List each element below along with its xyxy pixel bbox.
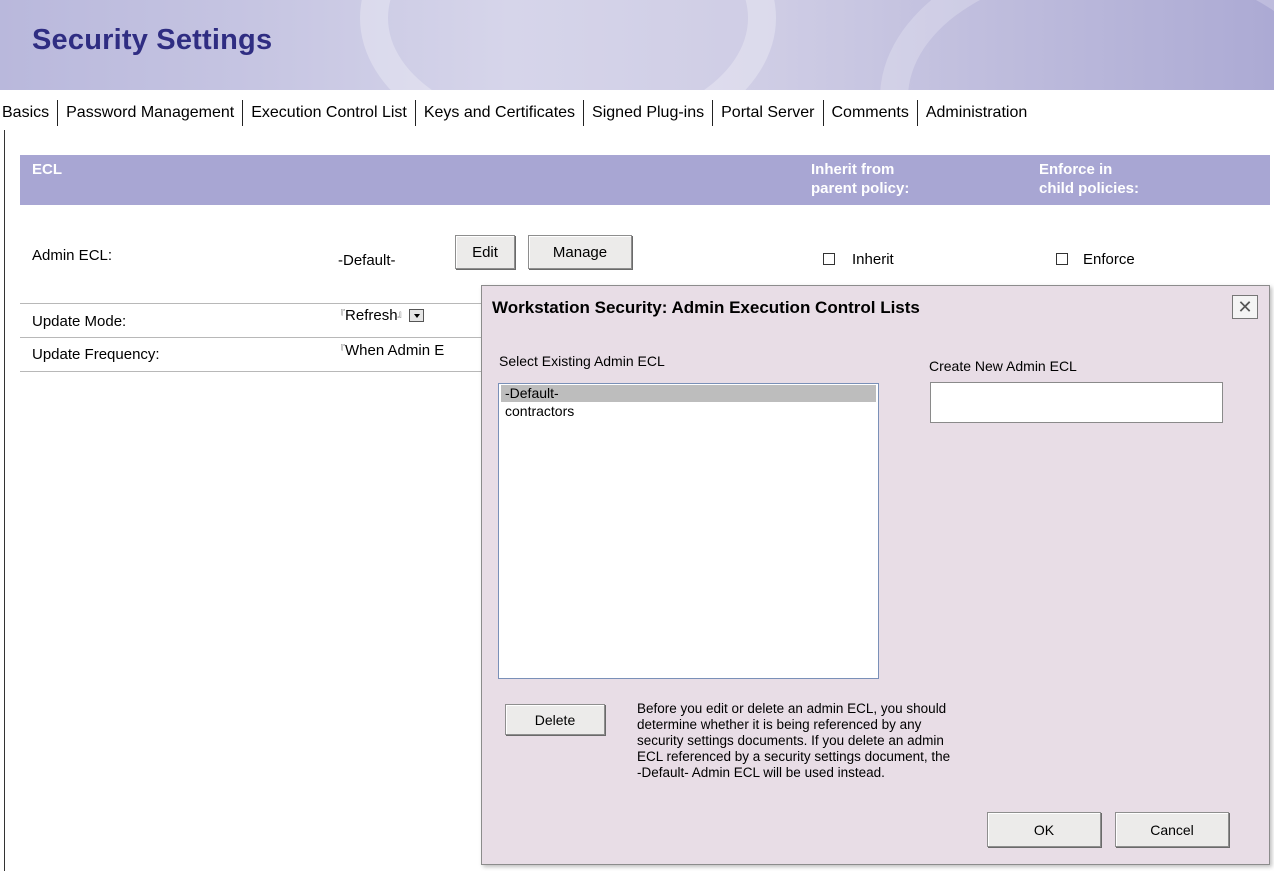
edit-button[interactable]: Edit — [455, 235, 515, 269]
chevron-down-icon[interactable] — [408, 309, 424, 322]
new-ecl-input[interactable] — [930, 382, 1223, 423]
page-title: Security Settings — [32, 24, 273, 56]
enforce-checkbox-label: Enforce — [1083, 251, 1135, 268]
field-bracket-open: 『 — [336, 344, 346, 354]
banner-decoration — [880, 0, 1274, 90]
inherit-checkbox[interactable] — [823, 253, 835, 265]
select-existing-label: Select Existing Admin ECL — [499, 353, 665, 369]
tab-keys-and-certificates[interactable]: Keys and Certificates — [416, 104, 583, 122]
inherit-column-header-line2: parent policy: — [811, 180, 910, 197]
tab-administration[interactable]: Administration — [918, 104, 1035, 122]
tab-basics[interactable]: Basics — [0, 104, 57, 122]
content-border — [4, 130, 5, 871]
list-item[interactable]: -Default- — [501, 385, 876, 402]
enforce-checkbox[interactable] — [1056, 253, 1068, 265]
admin-ecl-dialog: Workstation Security: Admin Execution Co… — [481, 285, 1270, 865]
create-new-label: Create New Admin ECL — [929, 358, 1077, 374]
close-icon[interactable]: ✕ — [1232, 295, 1258, 319]
ecl-header-label: ECL — [32, 161, 62, 178]
row-divider — [20, 371, 481, 372]
tab-password-management[interactable]: Password Management — [58, 104, 242, 122]
dialog-title: Workstation Security: Admin Execution Co… — [492, 298, 920, 317]
list-item[interactable]: contractors — [501, 403, 876, 420]
update-mode-select[interactable]: 『Refresh』 — [336, 307, 424, 324]
ecl-section-header: ECL Inherit from parent policy: Enforce … — [20, 155, 1270, 205]
inherit-column-header-line1: Inherit from — [811, 161, 895, 178]
cancel-button[interactable]: Cancel — [1115, 812, 1229, 847]
ok-button[interactable]: OK — [987, 812, 1101, 847]
delete-button[interactable]: Delete — [505, 704, 605, 735]
tab-execution-control-list[interactable]: Execution Control List — [243, 104, 415, 122]
enforce-column-header-line2: child policies: — [1039, 180, 1140, 197]
inherit-checkbox-label: Inherit — [852, 251, 894, 268]
tab-comments[interactable]: Comments — [824, 104, 917, 122]
update-frequency-value: When Admin E — [345, 342, 445, 359]
update-mode-label: Update Mode: — [32, 313, 127, 330]
update-frequency-field[interactable]: 『When Admin E — [336, 342, 444, 359]
tab-bar: Basics Password Management Execution Con… — [0, 96, 1035, 130]
page-banner: Security Settings — [0, 0, 1274, 90]
tab-signed-plugins[interactable]: Signed Plug-ins — [584, 104, 712, 122]
update-mode-value: Refresh — [345, 307, 398, 324]
enforce-column-header-line1: Enforce in — [1039, 161, 1113, 178]
ecl-listbox[interactable]: -Default- contractors — [498, 383, 879, 679]
row-divider — [20, 337, 481, 338]
delete-warning-note: Before you edit or delete an admin ECL, … — [637, 701, 951, 780]
manage-button[interactable]: Manage — [528, 235, 632, 269]
admin-ecl-label: Admin ECL: — [32, 247, 113, 264]
update-frequency-label: Update Frequency: — [32, 346, 160, 363]
field-bracket-close: 』 — [397, 309, 407, 319]
banner-decoration — [360, 0, 776, 90]
row-divider — [20, 303, 481, 304]
admin-ecl-value: -Default- — [338, 252, 396, 269]
field-bracket-open: 『 — [336, 309, 346, 319]
tab-portal-server[interactable]: Portal Server — [713, 104, 822, 122]
